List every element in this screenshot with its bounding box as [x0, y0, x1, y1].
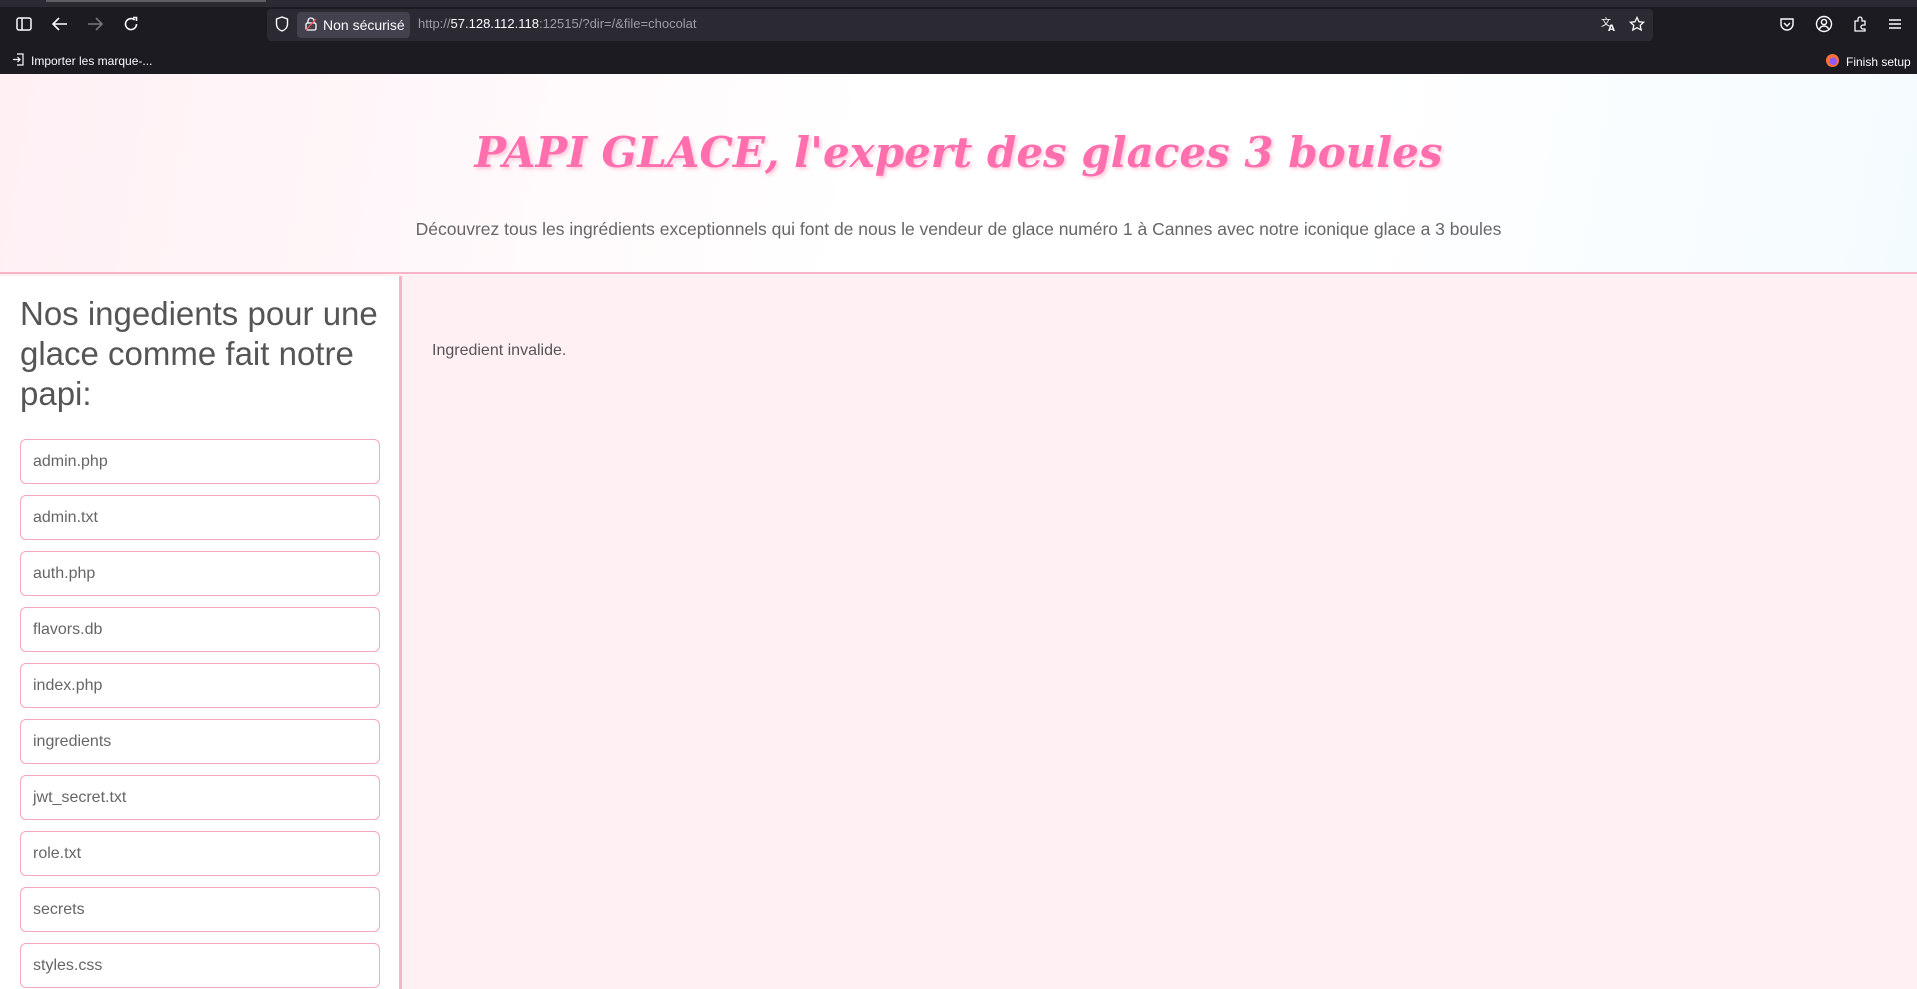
url-prefix: http://	[418, 16, 451, 31]
page-header: PAPI GLACE, l'expert des glaces 3 boules…	[0, 74, 1917, 274]
finish-setup-label: Finish setup	[1846, 55, 1911, 69]
file-item[interactable]: index.php	[20, 663, 380, 708]
back-icon[interactable]	[49, 13, 71, 35]
file-item[interactable]: ingredients	[20, 719, 380, 764]
main-content: Ingredient invalide.	[402, 276, 1917, 989]
menu-icon[interactable]	[1884, 13, 1906, 35]
finish-setup-link[interactable]: Finish setup	[1825, 53, 1911, 71]
import-label: Importer les marque-...	[31, 54, 153, 68]
file-item[interactable]: flavors.db	[20, 607, 380, 652]
file-item[interactable]: secrets	[20, 887, 380, 932]
extensions-icon[interactable]	[1849, 13, 1871, 35]
shield-icon[interactable]	[271, 13, 293, 35]
url-host: 57.128.112.118	[450, 16, 539, 31]
url-text[interactable]: http://57.128.112.118:12515/?dir=/&file=…	[418, 16, 697, 31]
sidebar-title: Nos ingedients pour une glace comme fait…	[20, 295, 378, 412]
pocket-icon[interactable]	[1776, 13, 1798, 35]
file-item[interactable]: admin.php	[20, 439, 380, 484]
active-tab-indicator	[46, 0, 266, 2]
security-label: Non sécurisé	[323, 17, 405, 33]
file-item[interactable]: jwt_secret.txt	[20, 775, 380, 820]
import-bookmarks-link[interactable]: Importer les marque-...	[12, 53, 152, 69]
sidebar-icon[interactable]	[13, 13, 35, 35]
url-rest: :12515/?dir=/&file=chocolat	[538, 16, 697, 31]
import-icon	[12, 53, 25, 69]
file-item[interactable]: role.txt	[20, 831, 380, 876]
file-item[interactable]: admin.txt	[20, 495, 380, 540]
star-icon[interactable]	[1626, 13, 1648, 35]
ingredients-sidebar: Nos ingedients pour une glace comme fait…	[0, 276, 402, 989]
page-subtitle: Découvrez tous les ingrédients exception…	[415, 219, 1502, 239]
page-title: PAPI GLACE, l'expert des glaces 3 boules	[474, 128, 1443, 177]
file-item[interactable]: auth.php	[20, 551, 380, 596]
security-indicator[interactable]: Non sécurisé	[297, 12, 410, 38]
forward-icon[interactable]	[84, 13, 106, 35]
svg-text:A: A	[1608, 24, 1615, 32]
result-message: Ingredient invalide.	[432, 342, 567, 359]
account-icon[interactable]	[1813, 13, 1835, 35]
reload-icon[interactable]	[120, 13, 142, 35]
bookmarks-toolbar: Importer les marque-... Finish setup	[0, 50, 1917, 74]
translate-icon[interactable]: 文A	[1598, 13, 1620, 35]
firefox-icon	[1825, 53, 1840, 71]
file-item[interactable]: styles.css	[20, 943, 380, 988]
lock-icon	[305, 16, 317, 34]
browser-toolbar: Non sécurisé http://57.128.112.118:12515…	[0, 0, 1917, 50]
tab-strip	[0, 0, 1917, 7]
file-list: admin.php admin.txt auth.php flavors.db …	[20, 439, 380, 989]
